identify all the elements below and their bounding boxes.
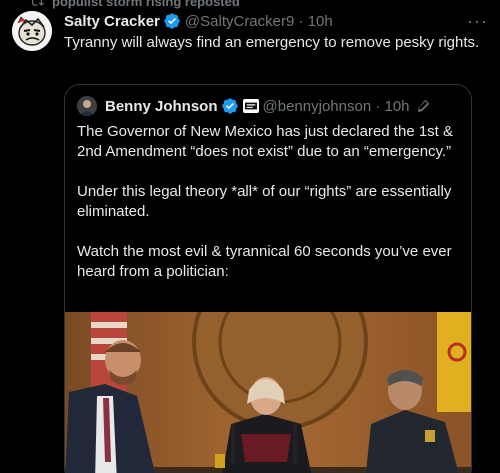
affiliate-badge-icon (242, 99, 259, 113)
repost-indicator[interactable]: populist storm rising reposted (30, 0, 240, 9)
quote-separator-dot: · (371, 97, 385, 115)
quote-paragraph-1: The Governor of New Mexico has just decl… (77, 123, 454, 160)
quote-avatar-image (77, 96, 97, 116)
avatar-image (12, 11, 52, 51)
tweet-text: Tyranny will always find an emergency to… (64, 34, 480, 51)
video-thumbnail[interactable] (65, 312, 471, 473)
tweet-time[interactable]: 10h (308, 13, 333, 30)
quote-header: Benny Johnson @bennyjohnson · 10h (77, 96, 461, 116)
quote-paragraph-2: Under this legal theory *all* of our “ri… (77, 183, 452, 220)
avatar[interactable] (12, 11, 52, 51)
edited-pencil-icon[interactable] (416, 99, 430, 113)
more-options-icon[interactable]: ··· (467, 11, 488, 32)
author-handle[interactable]: @SaltyCracker9 (185, 13, 294, 30)
quote-author-name[interactable]: Benny Johnson (105, 98, 218, 115)
quote-verified-badge-icon (221, 98, 238, 114)
repost-icon (32, 0, 44, 6)
verified-badge-icon (164, 13, 180, 29)
quoted-tweet[interactable]: Benny Johnson @bennyjohnson · 10h The Go… (64, 84, 472, 473)
quote-author-handle[interactable]: @bennyjohnson (263, 98, 372, 115)
author-name[interactable]: Salty Cracker (64, 13, 160, 30)
tweet-header: Salty Cracker @SaltyCracker9 · 10h ··· (64, 11, 488, 31)
press-conference-image (65, 312, 471, 473)
separator-dot: · (294, 12, 308, 30)
repost-label: populist storm rising reposted (52, 0, 240, 9)
quote-avatar (77, 96, 97, 116)
quote-text: The Governor of New Mexico has just decl… (77, 122, 461, 302)
quote-time[interactable]: 10h (385, 98, 410, 115)
quote-paragraph-3: Watch the most evil & tyrannical 60 seco… (77, 243, 452, 280)
